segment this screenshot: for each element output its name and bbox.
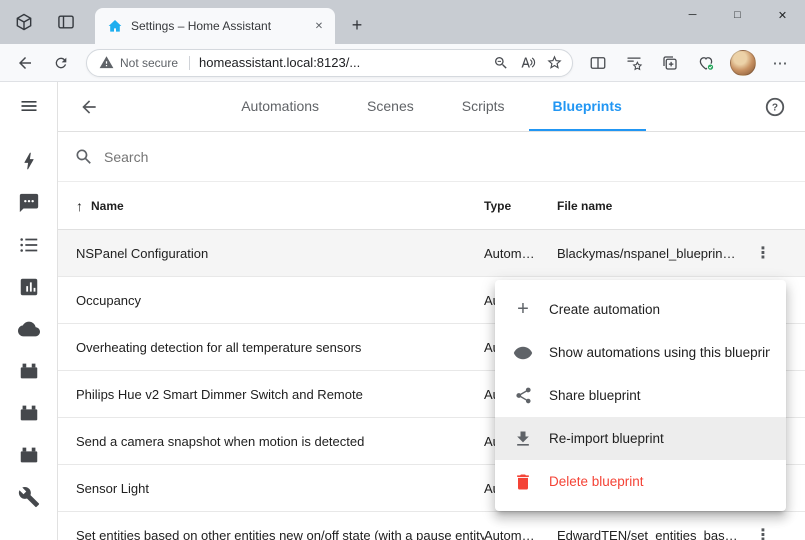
column-header-file[interactable]: File name	[557, 199, 721, 213]
url-text: homeassistant.local:8123/...	[199, 55, 487, 70]
search-row	[58, 132, 805, 182]
tab-automations[interactable]: Automations	[217, 82, 343, 131]
maximize-button[interactable]: □	[715, 0, 760, 30]
workspaces-icon[interactable]	[8, 6, 40, 38]
menu-item-show-automations[interactable]: Show automations using this blueprint	[495, 331, 786, 374]
tab-title: Settings – Home Assistant	[131, 19, 301, 33]
cloud-icon[interactable]	[0, 308, 58, 350]
split-screen-icon[interactable]	[581, 48, 615, 78]
row-name: Occupancy	[58, 293, 484, 308]
wrench-icon[interactable]	[0, 476, 58, 518]
list-icon[interactable]	[0, 224, 58, 266]
row-file: EdwardTEN/set_entities_bas…	[557, 528, 721, 540]
column-header-name[interactable]: ↑ Name	[58, 198, 484, 214]
security-label: Not secure	[120, 56, 178, 70]
column-name-label: Name	[91, 199, 124, 213]
eye-icon	[511, 341, 535, 365]
blueprint-context-menu: + Create automation Show automations usi…	[495, 280, 786, 511]
chart-box-icon[interactable]	[0, 266, 58, 308]
lightning-icon[interactable]	[0, 140, 58, 182]
browser-menu-icon[interactable]: ⋯	[763, 48, 797, 78]
sort-asc-icon: ↑	[76, 198, 83, 214]
tab-close-icon[interactable]: ✕	[309, 16, 329, 36]
tab-blueprints[interactable]: Blueprints	[529, 82, 646, 131]
read-aloud-icon[interactable]	[514, 50, 541, 76]
minimize-button[interactable]: ─	[670, 0, 715, 30]
brick-icon-1[interactable]	[0, 350, 58, 392]
row-file: Blackymas/nspanel_blueprin…	[557, 246, 721, 261]
ha-sidebar	[0, 82, 58, 540]
favorites-hub-icon[interactable]	[617, 48, 651, 78]
row-name: Philips Hue v2 Smart Dimmer Switch and R…	[58, 387, 484, 402]
delete-icon	[511, 470, 535, 494]
table-row[interactable]: NSPanel Configuration Autom… Blackymas/n…	[58, 230, 805, 277]
row-type: Autom…	[484, 528, 557, 540]
ha-tab-bar: Automations Scenes Scripts Blueprints	[217, 82, 646, 131]
menu-item-share-blueprint[interactable]: Share blueprint	[495, 374, 786, 417]
menu-item-delete-blueprint[interactable]: Delete blueprint	[495, 460, 786, 503]
row-name: Set entities based on other entities new…	[58, 528, 484, 540]
address-bar[interactable]: Not secure homeassistant.local:8123/...	[86, 49, 573, 77]
table-header: ↑ Name Type File name	[58, 182, 805, 230]
plus-icon: +	[511, 298, 535, 322]
help-icon[interactable]: ?	[763, 95, 787, 119]
browser-tab[interactable]: Settings – Home Assistant ✕	[95, 8, 335, 44]
warning-icon	[99, 55, 114, 70]
profile-avatar[interactable]	[730, 50, 756, 76]
row-name: NSPanel Configuration	[58, 246, 484, 261]
sidebar-menu-icon[interactable]	[0, 82, 58, 130]
back-icon[interactable]	[8, 48, 42, 78]
ha-back-icon[interactable]	[74, 92, 104, 122]
row-name: Send a camera snapshot when motion is de…	[58, 434, 484, 449]
refresh-icon[interactable]	[44, 48, 78, 78]
browser-window: Settings – Home Assistant ✕ + ─ □ ✕	[0, 0, 805, 540]
collections-icon[interactable]	[653, 48, 687, 78]
home-assistant-favicon	[107, 18, 123, 34]
window-controls: ─ □ ✕	[670, 0, 805, 30]
table-row[interactable]: Set entities based on other entities new…	[58, 512, 805, 540]
zoom-out-icon[interactable]	[487, 50, 514, 76]
search-input[interactable]	[104, 149, 805, 165]
tab-actions-icon[interactable]	[50, 6, 82, 38]
tab-scripts[interactable]: Scripts	[438, 82, 529, 131]
favorite-star-icon[interactable]	[541, 50, 568, 76]
browser-toolbar: Not secure homeassistant.local:8123/...	[0, 44, 805, 82]
row-overflow-menu-icon[interactable]: ⋮	[745, 239, 781, 267]
svg-text:?: ?	[772, 103, 778, 114]
search-icon	[74, 147, 94, 167]
brick-icon-3[interactable]	[0, 434, 58, 476]
menu-item-create-automation[interactable]: + Create automation	[495, 288, 786, 331]
share-icon	[511, 384, 535, 408]
browser-titlebar: Settings – Home Assistant ✕ + ─ □ ✕	[0, 0, 805, 44]
row-overflow-menu-icon[interactable]: ⋮	[745, 521, 781, 540]
browser-essentials-icon[interactable]	[689, 48, 723, 78]
chat-icon[interactable]	[0, 182, 58, 224]
ha-header: Automations Scenes Scripts Blueprints ?	[58, 82, 805, 132]
divider	[189, 56, 190, 70]
new-tab-button[interactable]: +	[343, 11, 371, 39]
row-name: Overheating detection for all temperatur…	[58, 340, 484, 355]
row-name: Sensor Light	[58, 481, 484, 496]
download-icon	[511, 427, 535, 451]
row-type: Autom…	[484, 246, 557, 261]
menu-item-reimport-blueprint[interactable]: Re-import blueprint	[495, 417, 786, 460]
brick-icon-2[interactable]	[0, 392, 58, 434]
tab-scenes[interactable]: Scenes	[343, 82, 438, 131]
column-header-type[interactable]: Type	[484, 199, 557, 213]
close-button[interactable]: ✕	[760, 0, 805, 30]
